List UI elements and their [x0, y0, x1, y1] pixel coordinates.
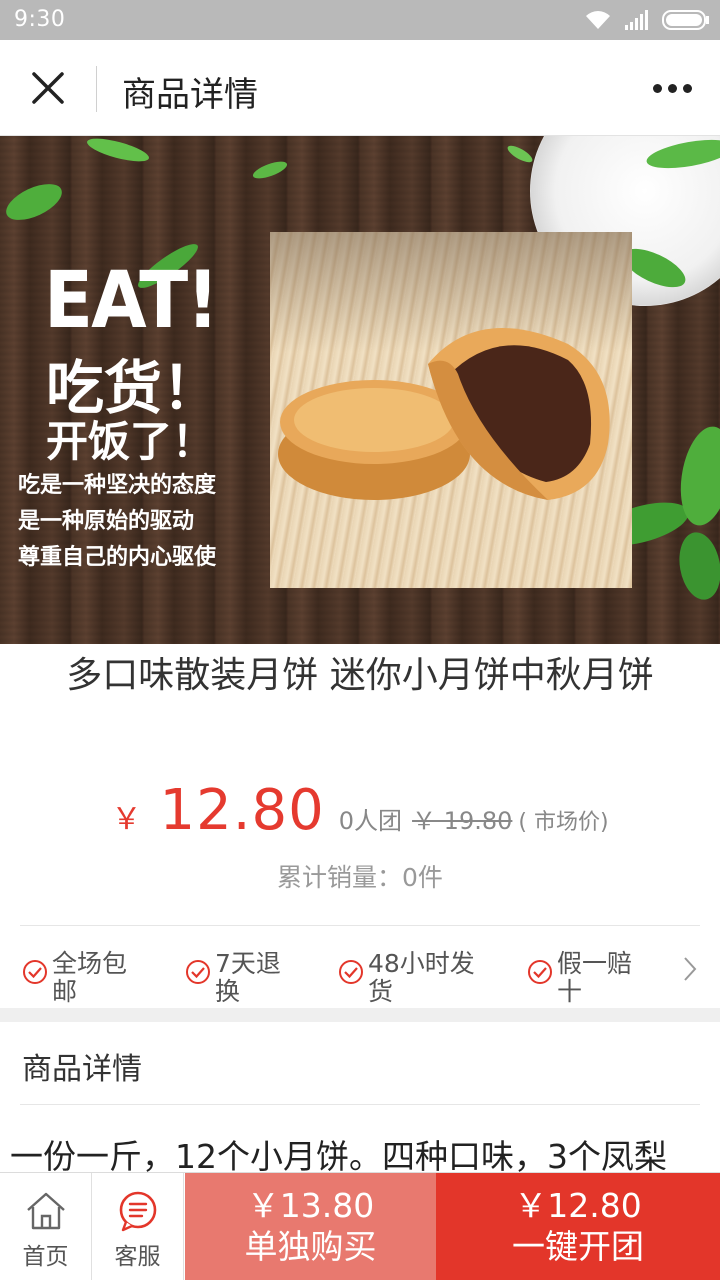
more-icon-dot — [682, 83, 692, 93]
group-price: ￥12.80 — [514, 1186, 642, 1225]
market-price: ￥ 19.80 — [412, 807, 513, 835]
customer-service-tab[interactable]: 客服 — [92, 1173, 184, 1280]
more-icon-dot — [652, 83, 662, 93]
market-price-note: ( 市场价) — [518, 810, 609, 835]
more-button[interactable] — [648, 68, 696, 108]
mooncake-photo — [270, 232, 632, 588]
divider — [20, 1104, 700, 1105]
more-icon-dot — [667, 83, 677, 93]
close-button[interactable] — [24, 64, 72, 112]
service-label: 48小时发货 — [368, 949, 475, 1006]
slogan-line: 吃是一种坚决的态度 — [18, 473, 217, 498]
group-label: 一键开团 — [512, 1227, 644, 1266]
banner-line2: 开饭了！ — [46, 417, 215, 466]
check-circle-icon — [186, 960, 210, 984]
mooncake-cut — [428, 328, 610, 500]
divider — [20, 925, 700, 926]
nav-bar: 商品详情 — [0, 40, 720, 136]
status-bar: 9:30 — [0, 0, 720, 40]
product-price: 12.80 — [159, 778, 325, 843]
check-circle-icon — [339, 960, 363, 984]
service-label: 7天退换 — [215, 949, 281, 1006]
start-group-button[interactable]: ￥12.80 一键开团 — [436, 1173, 720, 1280]
sales-count: 累计销量：0件 — [277, 863, 443, 892]
buy-alone-price: ￥13.80 — [246, 1186, 375, 1225]
slogan-line: 尊重自己的内心驱使 — [18, 545, 217, 570]
product-title: 多口味散装月饼 迷你小月饼中秋月饼 — [66, 655, 654, 696]
wifi-icon — [586, 11, 610, 29]
service-free-shipping: 全场包邮 — [22, 950, 142, 1006]
service-label: 假一赔十 — [557, 949, 633, 1006]
buy-alone-button[interactable]: ￥13.80 单独购买 — [185, 1173, 436, 1280]
nav-divider — [96, 66, 97, 112]
buy-alone-label: 单独购买 — [244, 1227, 377, 1266]
home-tab-label: 首页 — [22, 1244, 69, 1270]
product-banner[interactable]: EAT! 吃货！ 开饭了！ 吃是一种坚决的态度 是一种原始的驱动 尊重自己的内心… — [0, 136, 720, 644]
banner-slogan: 吃是一种坚决的态度 是一种原始的驱动 尊重自己的内心驱使 — [18, 468, 216, 576]
service-7day-return: 7天退换 — [185, 950, 305, 1006]
check-circle-icon — [528, 960, 552, 984]
status-icons — [584, 8, 710, 32]
home-icon — [26, 1192, 65, 1230]
check-circle-icon — [23, 960, 47, 984]
chevron-right-icon[interactable] — [680, 954, 700, 984]
close-icon — [32, 72, 64, 104]
status-time: 9:30 — [14, 7, 66, 32]
banner-headline: EAT! — [44, 256, 219, 346]
page-title: 商品详情 — [122, 75, 258, 115]
slogan-line: 是一种原始的驱动 — [18, 509, 195, 534]
bottom-action-bar: 首页 客服 ￥13.80 单独购买 ￥12.80 一键开团 — [0, 1172, 720, 1280]
service-48h-delivery: 48小时发货 — [338, 950, 498, 1006]
home-tab[interactable]: 首页 — [0, 1173, 92, 1280]
service-tab-label: 客服 — [114, 1244, 161, 1270]
group-count: 0人团 — [338, 807, 403, 835]
signal-icon — [625, 10, 648, 30]
service-label: 全场包邮 — [52, 949, 128, 1006]
service-genuine-guarantee: 假一赔十 — [527, 950, 647, 1006]
detail-section-title: 商品详情 — [22, 1052, 142, 1087]
price-row: ￥ 12.80 0人团 ￥ 19.80 ( 市场价) — [0, 778, 720, 848]
detail-description: 一份一斤，12个小月饼。四种口味，3个凤梨 — [10, 1137, 667, 1176]
currency-symbol: ￥ — [111, 802, 142, 837]
chat-icon — [119, 1191, 156, 1232]
service-badges[interactable]: 全场包邮 7天退换 48小时发货 假一赔十 — [0, 950, 720, 1010]
section-gap — [0, 1008, 720, 1022]
battery-icon — [662, 10, 709, 30]
